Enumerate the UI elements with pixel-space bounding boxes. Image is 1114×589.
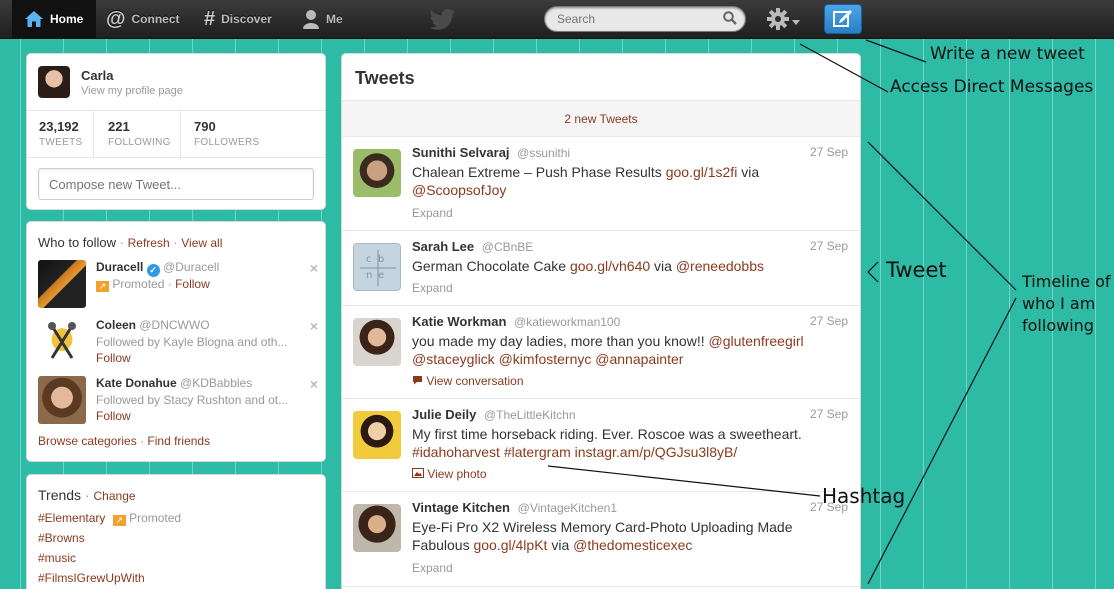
annotation-hashtag: Hashtag	[822, 484, 906, 508]
annotation-direct-messages: Access Direct Messages	[890, 77, 1094, 97]
annotation-tweet: Tweet	[886, 258, 947, 282]
annotation-timeline-line1: Timeline of	[1022, 272, 1111, 291]
annotation-timeline-line2: who I am	[1022, 294, 1096, 313]
annotation-timeline-line3: following	[1022, 316, 1094, 335]
annotation-write-tweet: Write a new tweet	[930, 44, 1085, 64]
